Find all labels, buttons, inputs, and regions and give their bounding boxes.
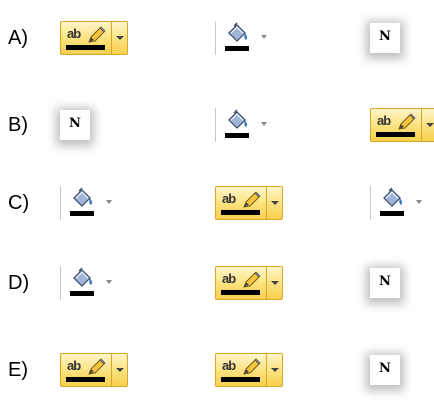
dropdown-arrow-icon xyxy=(267,267,282,299)
dropdown-arrow-icon xyxy=(106,280,112,284)
ab-text: ab xyxy=(222,271,236,286)
dropdown-arrow-icon xyxy=(112,22,127,54)
color-bar xyxy=(66,377,105,382)
color-bar xyxy=(70,291,94,296)
dropdown-arrow-icon xyxy=(112,354,127,386)
color-bar xyxy=(221,377,260,382)
separator xyxy=(370,186,371,220)
dropdown-arrow-icon xyxy=(267,187,282,219)
separator xyxy=(215,108,216,142)
dropdown-arrow-icon xyxy=(416,200,422,204)
fill-color-button-icon xyxy=(215,18,281,58)
dropdown-arrow-icon xyxy=(261,122,267,126)
fill-color-button-icon xyxy=(60,263,126,303)
n-tile-icon: N xyxy=(370,23,400,53)
option-row: E) ab ab N xyxy=(0,350,434,410)
color-bar xyxy=(376,132,415,137)
option-row: B) Nab xyxy=(0,105,434,165)
highlight-button-icon: ab xyxy=(215,186,283,220)
color-bar xyxy=(380,211,404,216)
option-row: A) ab N xyxy=(0,18,434,78)
option-label: A) xyxy=(8,27,28,49)
fill-color-button-icon xyxy=(370,183,434,223)
n-text: N xyxy=(379,274,391,289)
color-bar xyxy=(221,210,260,215)
dropdown-arrow-icon xyxy=(106,200,112,204)
fill-color-button-icon xyxy=(60,183,126,223)
option-row: D) ab N xyxy=(0,263,434,323)
ab-text: ab xyxy=(67,26,81,41)
highlight-button-icon: ab xyxy=(60,21,128,55)
highlight-button-icon: ab xyxy=(60,353,128,387)
color-bar xyxy=(225,46,249,51)
ab-text: ab xyxy=(67,358,81,373)
n-tile-icon: N xyxy=(60,110,90,140)
option-label: E) xyxy=(8,359,28,381)
n-tile-icon: N xyxy=(370,355,400,385)
highlight-button-icon: ab xyxy=(215,266,283,300)
color-bar xyxy=(225,133,249,138)
dropdown-arrow-icon xyxy=(267,354,282,386)
n-text: N xyxy=(379,29,391,44)
ab-text: ab xyxy=(377,113,391,128)
separator xyxy=(60,266,61,300)
option-label: B) xyxy=(8,114,28,136)
fill-color-button-icon xyxy=(215,105,281,145)
ab-text: ab xyxy=(222,358,236,373)
ab-text: ab xyxy=(222,191,236,206)
dropdown-arrow-icon xyxy=(261,35,267,39)
option-label: C) xyxy=(8,192,30,214)
color-bar xyxy=(221,290,260,295)
option-label: D) xyxy=(8,272,30,294)
n-text: N xyxy=(379,361,391,376)
highlight-button-icon: ab xyxy=(370,108,434,142)
color-bar xyxy=(70,211,94,216)
separator xyxy=(60,186,61,220)
color-bar xyxy=(66,45,105,50)
dropdown-arrow-icon xyxy=(422,109,434,141)
separator xyxy=(215,21,216,55)
n-text: N xyxy=(69,116,81,131)
option-row: C) ab xyxy=(0,183,434,243)
highlight-button-icon: ab xyxy=(215,353,283,387)
n-tile-icon: N xyxy=(370,268,400,298)
